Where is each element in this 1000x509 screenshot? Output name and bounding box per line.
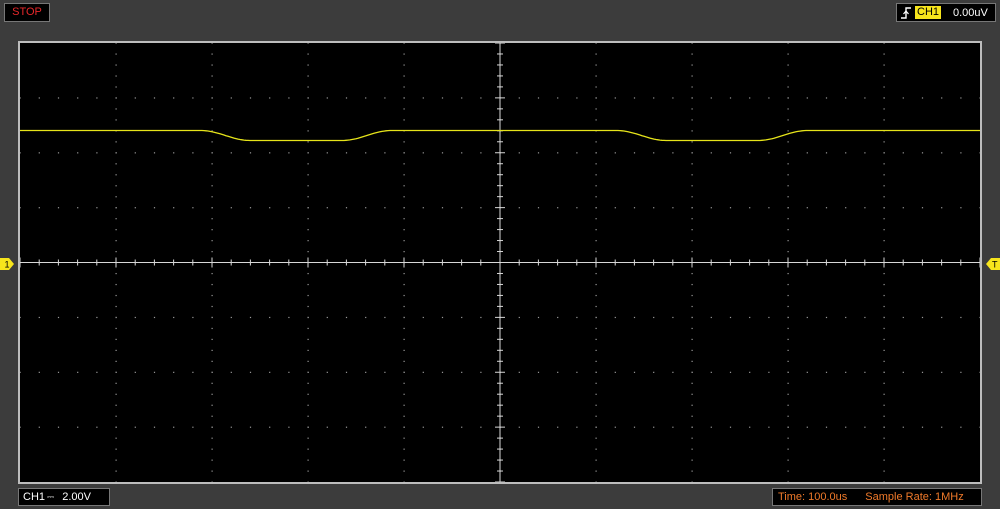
top-status-bar: STOP CH1 0.00uV: [0, 0, 1000, 26]
trigger-level-marker[interactable]: T: [986, 258, 1000, 270]
trigger-marker-label: T: [992, 260, 998, 270]
trigger-level-value: 0.00uV: [953, 7, 988, 19]
trigger-info[interactable]: CH1 0.00uV: [896, 3, 996, 22]
time-base: Time: 100.0us: [778, 491, 848, 503]
acquisition-settings[interactable]: Time: 100.0us Sample Rate: 1MHz: [772, 488, 982, 506]
volts-per-div: 2.00V: [62, 491, 91, 503]
waveform-canvas: [20, 43, 980, 482]
bottom-status-bar: CH1 ⎓ 2.00V Time: 100.0us Sample Rate: 1MHz: [0, 486, 1000, 509]
trigger-channel-badge: CH1: [915, 6, 942, 19]
run-stop-indicator[interactable]: STOP: [4, 3, 50, 22]
channel-marker-label: 1: [5, 260, 10, 270]
waveform-display[interactable]: [18, 41, 982, 484]
dc-coupling-icon: ⎓: [47, 492, 55, 502]
channel-name: CH1: [23, 491, 46, 503]
channel-1-position-marker[interactable]: 1: [0, 258, 14, 270]
channel-settings[interactable]: CH1 ⎓ 2.00V: [18, 488, 110, 506]
rising-edge-icon: [901, 7, 911, 19]
sample-rate: Sample Rate: 1MHz: [865, 491, 964, 503]
